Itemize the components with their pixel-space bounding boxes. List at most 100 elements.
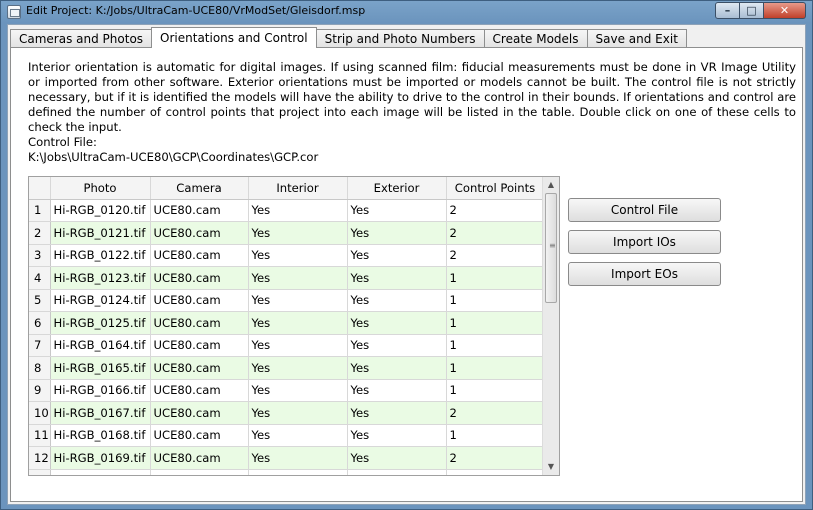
scrollbar-thumb[interactable]: ≡ <box>545 193 557 303</box>
orientation-table[interactable]: Photo Camera Interior Exterior Control P… <box>28 176 560 476</box>
table-row[interactable]: 7 Hi-RGB_0164.tif UCE80.cam Yes Yes 1 <box>29 334 545 357</box>
interior-cell[interactable]: Yes <box>248 221 348 245</box>
camera-cell[interactable]: UCE80.cam <box>150 334 249 357</box>
camera-cell[interactable]: UCE80.cam <box>150 311 249 335</box>
control-points-cell[interactable]: 1 <box>446 424 545 447</box>
column-header-control-points[interactable]: Control Points <box>446 177 545 200</box>
interior-cell[interactable]: Yes <box>248 446 348 470</box>
exterior-cell[interactable]: Yes <box>347 266 447 290</box>
import-ios-button[interactable]: Import IOs <box>568 230 721 254</box>
photo-cell[interactable]: Hi-RGB_0123.tif <box>50 266 151 290</box>
row-number[interactable]: 6 <box>29 311 51 335</box>
camera-cell[interactable]: UCE80.cam <box>150 221 249 245</box>
exterior-cell[interactable]: Yes <box>347 334 447 357</box>
interior-cell[interactable]: Yes <box>248 356 348 380</box>
close-button[interactable]: ✕ <box>764 2 806 19</box>
maximize-button[interactable]: □ <box>740 2 764 19</box>
table-row[interactable]: 10 Hi-RGB_0167.tif UCE80.cam Yes Yes 2 <box>29 401 545 425</box>
photo-cell[interactable]: Hi-RGB_0120.tif <box>50 199 151 222</box>
row-number[interactable]: 5 <box>29 289 51 312</box>
exterior-cell[interactable]: Yes <box>347 424 447 447</box>
photo-cell[interactable]: Hi-RGB_0168.tif <box>50 424 151 447</box>
camera-cell[interactable]: UCE80.cam <box>150 266 249 290</box>
camera-cell[interactable]: UCE80.cam <box>150 446 249 470</box>
column-header-exterior[interactable]: Exterior <box>347 177 447 200</box>
table-row[interactable]: 2 Hi-RGB_0121.tif UCE80.cam Yes Yes 2 <box>29 221 545 245</box>
interior-cell[interactable]: Yes <box>248 311 348 335</box>
table-scrollbar[interactable]: ▲ ≡ ▼ <box>542 177 559 475</box>
control-points-cell[interactable]: 1 <box>446 334 545 357</box>
table-row[interactable]: 6 Hi-RGB_0125.tif UCE80.cam Yes Yes 1 <box>29 311 545 335</box>
photo-cell[interactable]: Hi-RGB_0165.tif <box>50 356 151 380</box>
row-number[interactable]: 9 <box>29 379 51 402</box>
exterior-cell[interactable]: Yes <box>347 469 447 475</box>
minimize-button[interactable]: – <box>715 2 740 19</box>
control-points-cell[interactable]: 1 <box>446 311 545 335</box>
camera-cell[interactable]: UCE80.cam <box>150 244 249 267</box>
exterior-cell[interactable]: Yes <box>347 244 447 267</box>
control-points-cell[interactable]: 1 <box>446 379 545 402</box>
photo-cell[interactable]: Hi-RGB_0124.tif <box>50 289 151 312</box>
exterior-cell[interactable]: Yes <box>347 356 447 380</box>
control-file-button[interactable]: Control File <box>568 198 721 222</box>
tab-create-models[interactable]: Create Models <box>483 29 588 48</box>
column-header-interior[interactable]: Interior <box>248 177 348 200</box>
table-row[interactable]: 1 Hi-RGB_0120.tif UCE80.cam Yes Yes 2 <box>29 199 545 222</box>
column-header-camera[interactable]: Camera <box>150 177 249 200</box>
exterior-cell[interactable]: Yes <box>347 221 447 245</box>
table-row[interactable]: 5 Hi-RGB_0124.tif UCE80.cam Yes Yes 1 <box>29 289 545 312</box>
photo-cell[interactable]: Hi-RGB_0121.tif <box>50 221 151 245</box>
control-points-cell[interactable]: 1 <box>446 266 545 290</box>
camera-cell[interactable]: UCE80.cam <box>150 199 249 222</box>
camera-cell[interactable]: UCE80.cam <box>150 289 249 312</box>
table-row[interactable]: 9 Hi-RGB_0166.tif UCE80.cam Yes Yes 1 <box>29 379 545 402</box>
photo-cell[interactable]: Hi-RGB_0169.tif <box>50 446 151 470</box>
interior-cell[interactable]: Yes <box>248 289 348 312</box>
exterior-cell[interactable]: Yes <box>347 446 447 470</box>
tab-strip-and-photo-numbers[interactable]: Strip and Photo Numbers <box>315 29 485 48</box>
row-number[interactable]: 7 <box>29 334 51 357</box>
control-points-cell[interactable]: 2 <box>446 221 545 245</box>
control-points-cell[interactable]: 2 <box>446 401 545 425</box>
control-points-cell[interactable]: 2 <box>446 446 545 470</box>
row-number[interactable]: 11 <box>29 424 51 447</box>
row-number[interactable]: 1 <box>29 199 51 222</box>
interior-cell[interactable]: Yes <box>248 244 348 267</box>
interior-cell[interactable]: Yes <box>248 379 348 402</box>
control-points-cell[interactable]: 2 <box>446 469 545 475</box>
camera-cell[interactable]: UCE80.cam <box>150 379 249 402</box>
camera-cell[interactable]: UCE80.cam <box>150 469 249 475</box>
camera-cell[interactable]: UCE80.cam <box>150 401 249 425</box>
exterior-cell[interactable]: Yes <box>347 311 447 335</box>
control-points-cell[interactable]: 1 <box>446 356 545 380</box>
arrow-up-icon[interactable]: ▲ <box>543 177 559 193</box>
control-points-cell[interactable]: 2 <box>446 199 545 222</box>
table-row[interactable]: 13Hi-RGB_0214.tifUCE80.camYesYes2 <box>29 469 545 475</box>
photo-cell[interactable]: Hi-RGB_0167.tif <box>50 401 151 425</box>
camera-cell[interactable]: UCE80.cam <box>150 424 249 447</box>
exterior-cell[interactable]: Yes <box>347 401 447 425</box>
table-row[interactable]: 11 Hi-RGB_0168.tif UCE80.cam Yes Yes 1 <box>29 424 545 447</box>
row-number[interactable]: 12 <box>29 446 51 470</box>
title-bar[interactable]: Edit Project: K:/Jobs/UltraCam-UCE80/VrM… <box>1 1 812 23</box>
table-row[interactable]: 8 Hi-RGB_0165.tif UCE80.cam Yes Yes 1 <box>29 356 545 380</box>
exterior-cell[interactable]: Yes <box>347 199 447 222</box>
control-points-cell[interactable]: 2 <box>446 244 545 267</box>
table-row[interactable]: 3 Hi-RGB_0122.tif UCE80.cam Yes Yes 2 <box>29 244 545 267</box>
interior-cell[interactable]: Yes <box>248 334 348 357</box>
interior-cell[interactable]: Yes <box>248 266 348 290</box>
tab-save-and-exit[interactable]: Save and Exit <box>586 29 687 48</box>
row-number[interactable]: 2 <box>29 221 51 245</box>
row-number[interactable]: 8 <box>29 356 51 380</box>
row-number[interactable]: 3 <box>29 244 51 267</box>
control-points-cell[interactable]: 1 <box>446 289 545 312</box>
photo-cell[interactable]: Hi-RGB_0214.tif <box>50 469 151 475</box>
photo-cell[interactable]: Hi-RGB_0164.tif <box>50 334 151 357</box>
column-header-photo[interactable]: Photo <box>50 177 151 200</box>
tab-orientations-and-control[interactable]: Orientations and Control <box>151 27 317 48</box>
interior-cell[interactable]: Yes <box>248 199 348 222</box>
row-number[interactable]: 4 <box>29 266 51 290</box>
interior-cell[interactable]: Yes <box>248 401 348 425</box>
row-number[interactable]: 10 <box>29 401 51 425</box>
interior-cell[interactable]: Yes <box>248 424 348 447</box>
